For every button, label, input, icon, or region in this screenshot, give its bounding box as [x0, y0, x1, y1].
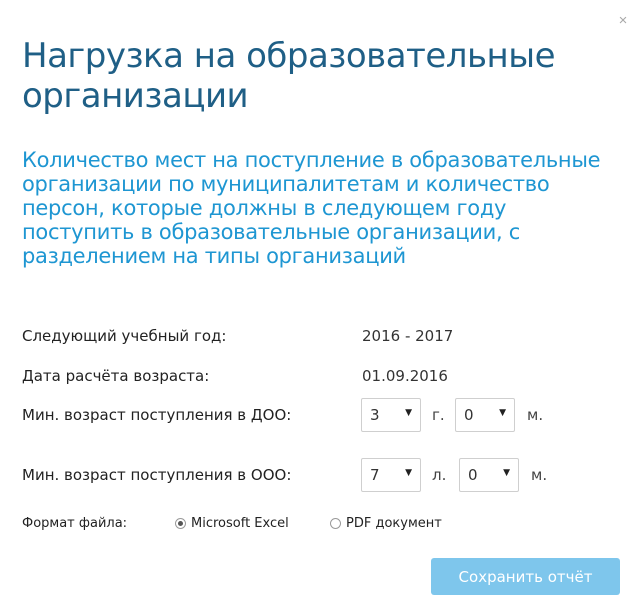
chevron-down-icon: ▼ — [499, 408, 506, 418]
doo-years-unit: г. — [432, 406, 445, 424]
ooo-age-label: Мин. возраст поступления в ООО: — [22, 466, 292, 484]
next-year-label: Следующий учебный год: — [22, 327, 227, 345]
ooo-months-select[interactable]: 0 ▼ — [459, 458, 519, 492]
file-format-row: Формат файла: Microsoft Excel PDF докуме… — [22, 516, 522, 534]
doo-years-value: 3 — [370, 406, 380, 424]
file-format-label: Формат файла: — [22, 516, 128, 531]
ooo-months-value: 0 — [468, 466, 478, 484]
chevron-down-icon: ▼ — [405, 408, 412, 418]
age-date-label: Дата расчёта возраста: — [22, 367, 210, 385]
chevron-down-icon: ▼ — [405, 468, 412, 478]
radio-excel-label[interactable]: Microsoft Excel — [191, 516, 289, 531]
radio-pdf-label[interactable]: PDF документ — [346, 516, 442, 531]
age-date-value: 01.09.2016 — [362, 367, 448, 385]
doo-years-select[interactable]: 3 ▼ — [361, 398, 421, 432]
close-icon[interactable]: × — [617, 13, 629, 28]
ooo-years-value: 7 — [370, 466, 380, 484]
ooo-years-unit: л. — [432, 466, 447, 484]
report-dialog: × Нагрузка на образовательные организаци… — [0, 0, 631, 598]
doo-months-unit: м. — [527, 406, 544, 424]
doo-months-select[interactable]: 0 ▼ — [455, 398, 515, 432]
save-report-button[interactable]: Сохранить отчёт — [431, 558, 620, 595]
dialog-subtitle: Количество мест на поступление в образов… — [22, 148, 601, 268]
radio-excel[interactable] — [175, 518, 186, 529]
chevron-down-icon: ▼ — [503, 468, 510, 478]
ooo-years-select[interactable]: 7 ▼ — [361, 458, 421, 492]
doo-months-value: 0 — [464, 406, 474, 424]
ooo-months-unit: м. — [531, 466, 548, 484]
next-year-row: Следующий учебный год: 2016 - 2017 — [22, 327, 453, 345]
next-year-value: 2016 - 2017 — [362, 327, 454, 345]
doo-age-label: Мин. возраст поступления в ДОО: — [22, 406, 292, 424]
dialog-title: Нагрузка на образовательные организации — [22, 36, 556, 116]
age-date-row: Дата расчёта возраста: 01.09.2016 — [22, 367, 448, 385]
radio-pdf[interactable] — [330, 518, 341, 529]
